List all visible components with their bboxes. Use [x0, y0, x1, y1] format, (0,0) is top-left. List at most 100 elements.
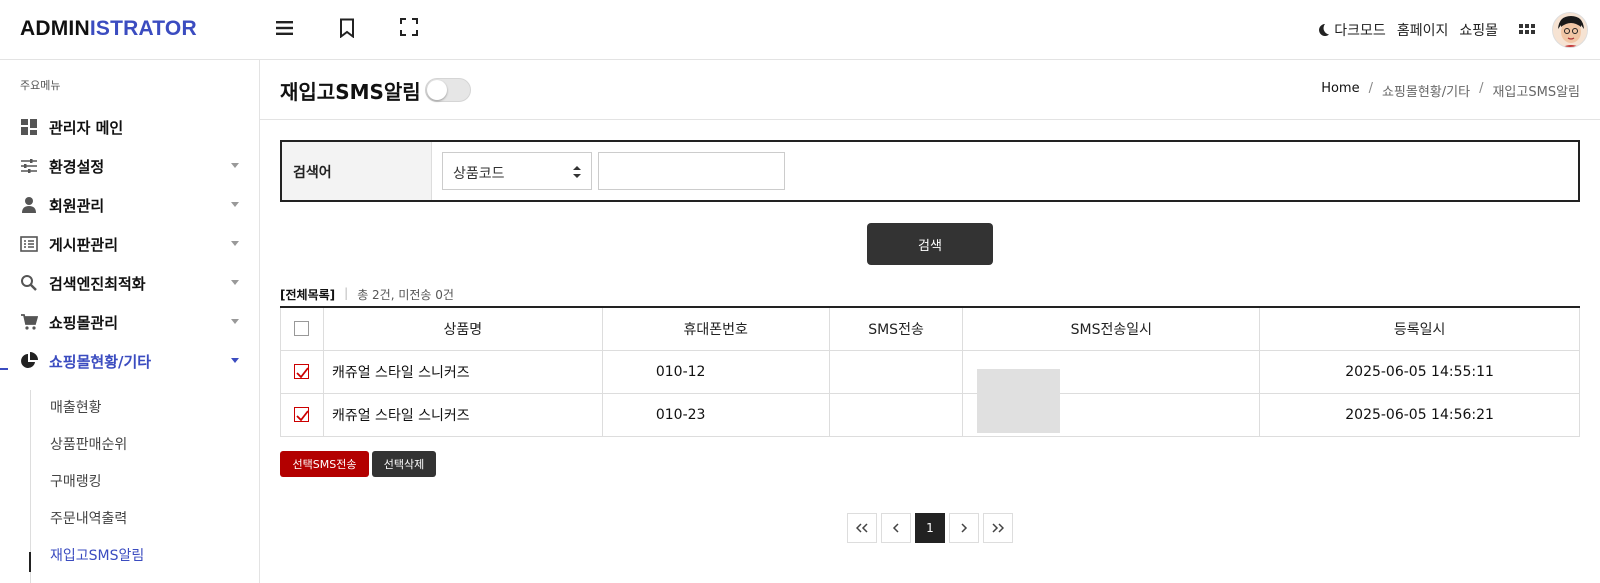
logo[interactable]: ADMINISTRATOR [20, 17, 197, 41]
submenu-item-order-print[interactable]: 주문내역출력 [50, 508, 127, 528]
summary-divider: | [344, 286, 349, 300]
pagination: 1 [847, 513, 1017, 543]
chevron-down-icon [231, 163, 239, 168]
person-icon [22, 197, 36, 213]
homepage-label: 홈페이지 [1396, 23, 1449, 39]
shop-link[interactable]: 쇼핑몰 [1459, 20, 1498, 40]
row-checkbox[interactable] [294, 364, 310, 379]
sms-status-cell [828, 349, 964, 394]
search-button[interactable]: 검색 [867, 223, 993, 265]
apps-grid-icon[interactable] [1518, 21, 1536, 39]
homepage-link[interactable]: 홈페이지 [1397, 20, 1449, 40]
checkmark-icon [296, 410, 310, 422]
chevron-down-icon [231, 241, 239, 246]
sidebar-item-label: 관리자 메인 [49, 118, 124, 137]
dashboard-icon [21, 119, 37, 135]
sidebar-item-boards[interactable]: 게시판관리 [0, 224, 259, 264]
sidebar-item-label: 회원관리 [49, 196, 105, 215]
prev-page-button[interactable] [881, 513, 911, 543]
submenu-item-purchase-rank[interactable]: 구매랭킹 [50, 471, 102, 491]
submenu-active-marker [29, 552, 31, 572]
sidebar-item-admin-main[interactable]: 관리자 메인 [0, 107, 259, 147]
breadcrumb-separator: / [1368, 81, 1373, 96]
sidebar-item-seo[interactable]: 검색엔진최적화 [0, 263, 259, 303]
reg-date-cell: 2025-06-05 14:56:21 [1259, 392, 1580, 437]
next-page-button[interactable] [949, 513, 979, 543]
column-header-sms-date: SMS전송일시 [962, 306, 1261, 351]
delete-selected-button[interactable]: 선택삭제 [372, 451, 436, 477]
list-count-summary: 총 2건, 미전송 0건 [357, 288, 454, 302]
fullscreen-icon[interactable] [400, 18, 422, 40]
sms-status-cell [828, 392, 964, 437]
sidebar-item-label: 검색엔진최적화 [49, 274, 146, 293]
breadcrumb: Home / 쇼핑몰현황/기타 / 재입고SMS알림 [1321, 81, 1580, 100]
phone-text: 010-23 [655, 406, 706, 423]
restock-sms-table: 상품명 휴대폰번호 SMS전송 SMS전송일시 등록일시 캐쥬얼 스타일 스니커… [280, 306, 1580, 437]
column-header-reg-date: 등록일시 [1259, 306, 1580, 351]
top-bar: ADMINISTRATOR 다크모드 홈페이지 쇼핑몰 [0, 0, 1600, 60]
checkmark-icon [296, 367, 310, 379]
all-list-label[interactable]: [전체목록] [280, 286, 335, 303]
column-header-product: 상품명 [322, 306, 603, 351]
dark-mode-link[interactable]: 다크모드 [1317, 20, 1386, 40]
reg-date-cell: 2025-06-05 14:55:11 [1259, 349, 1580, 394]
last-page-button[interactable] [983, 513, 1013, 543]
sidebar-item-shop-status[interactable]: 쇼핑몰현황/기타 [0, 341, 259, 381]
chevron-left-icon [892, 523, 899, 533]
chevron-down-icon [231, 358, 239, 363]
submenu-item-sales[interactable]: 매출현황 [50, 397, 102, 417]
breadcrumb-current: 재입고SMS알림 [1492, 85, 1580, 100]
chevron-down-icon [231, 280, 239, 285]
row-select-cell [280, 349, 324, 394]
sidebar-item-shop-admin[interactable]: 쇼핑몰관리 [0, 302, 259, 342]
table-header-row: 상품명 휴대폰번호 SMS전송 SMS전송일시 등록일시 [280, 306, 1580, 351]
breadcrumb-home[interactable]: Home [1321, 81, 1359, 100]
first-page-button[interactable] [847, 513, 877, 543]
phone-cell: 010-23 [601, 392, 830, 437]
chevron-right-icon [961, 523, 968, 533]
logo-text-admin: ADMIN [20, 17, 90, 40]
phone-text: 010-12 [655, 363, 706, 380]
list-icon [20, 236, 38, 252]
hamburger-menu-icon[interactable] [275, 18, 297, 40]
page-number-current[interactable]: 1 [915, 513, 945, 543]
table-row: 캐쥬얼 스타일 스니커즈 010-12 2025-06-05 14:55:11 [280, 349, 1580, 394]
active-indicator [0, 368, 8, 370]
select-all-cell [280, 306, 324, 351]
avatar[interactable] [1552, 12, 1588, 48]
page-header: 재입고SMS알림 Home / 쇼핑몰현황/기타 / 재입고SMS알림 [260, 60, 1600, 120]
select-all-checkbox[interactable] [294, 321, 310, 337]
page-title: 재입고SMS알림 [280, 80, 421, 104]
chevron-down-icon [231, 202, 239, 207]
send-selected-sms-button[interactable]: 선택SMS전송 [280, 451, 369, 477]
bookmark-icon[interactable] [338, 18, 360, 40]
breadcrumb-parent[interactable]: 쇼핑몰현황/기타 [1382, 81, 1470, 100]
logo-text-istrator: ISTRATOR [89, 17, 197, 40]
breadcrumb-separator: / [1479, 81, 1484, 96]
sidebar: 주요메뉴 관리자 메인 환경설정 회원관리 게시판관리 검색엔진최적화 쇼핑몰관… [0, 60, 260, 583]
chevron-down-icon [231, 319, 239, 324]
toggle-knob [427, 80, 447, 100]
search-panel: 검색어 상품코드 [280, 140, 1580, 202]
sidebar-item-settings[interactable]: 환경설정 [0, 146, 259, 186]
sidebar-item-members[interactable]: 회원관리 [0, 185, 259, 225]
list-summary: [전체목록] | 총 2건, 미전송 0건 [280, 286, 454, 303]
sidebar-caption: 주요메뉴 [20, 79, 61, 92]
row-select-cell [280, 392, 324, 437]
column-header-phone: 휴대폰번호 [601, 306, 830, 351]
pie-chart-icon [21, 352, 38, 368]
row-checkbox[interactable] [294, 407, 310, 422]
search-field-select-value: 상품코드 [453, 166, 505, 182]
double-chevron-right-icon [992, 523, 1004, 533]
search-icon [21, 275, 37, 291]
submenu-item-restock-sms[interactable]: 재입고SMS알림 [50, 545, 144, 565]
restock-sms-toggle[interactable] [425, 78, 471, 102]
moon-icon [1319, 24, 1330, 36]
search-input[interactable] [598, 152, 785, 190]
submenu-item-product-rank[interactable]: 상품판매순위 [50, 434, 127, 454]
search-field-select[interactable]: 상품코드 [442, 152, 592, 190]
product-name-cell: 캐쥬얼 스타일 스니커즈 [322, 349, 603, 394]
cart-icon [21, 314, 38, 330]
sidebar-item-label: 환경설정 [49, 157, 105, 176]
dark-mode-label: 다크모드 [1334, 23, 1386, 39]
